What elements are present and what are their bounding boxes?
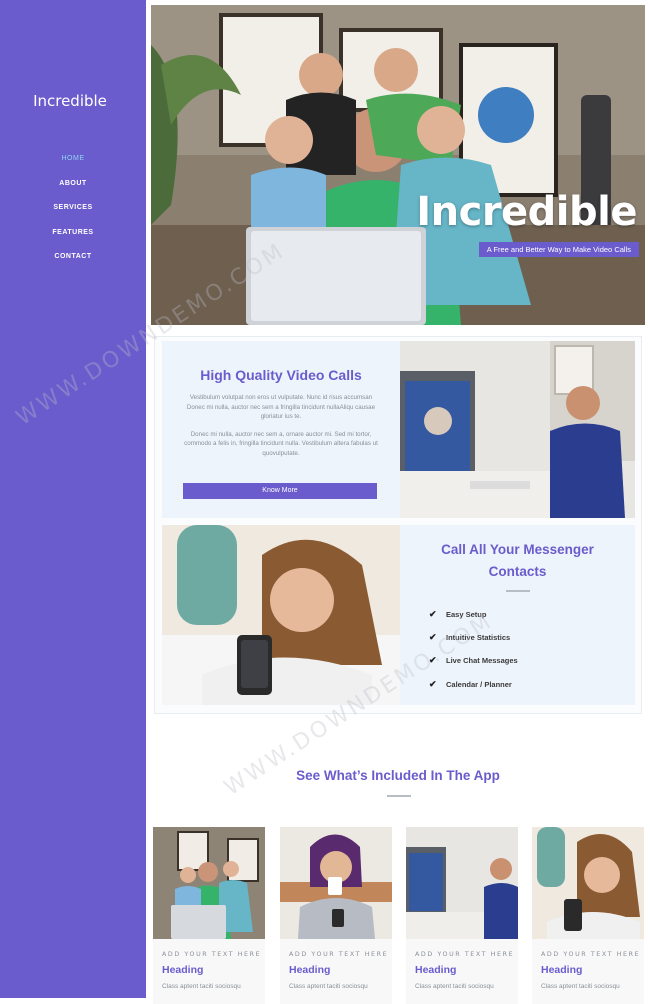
contacts-heading: Call All Your Messenger Contacts — [441, 542, 594, 579]
main-nav: HOME ABOUT SERVICES FEATURES CONTACT — [0, 151, 146, 274]
nav-item-contact[interactable]: CONTACT — [0, 249, 146, 274]
contacts-box: Call All Your Messenger Contacts ✔ Easy S… — [400, 525, 635, 705]
video-calls-paragraph-2: Donec mi nulla, auctor nec sem a, ornare… — [184, 430, 378, 457]
hero-title: Incredible — [416, 189, 637, 235]
card-kicker: ADD YOUR TEXT HERE — [289, 951, 389, 958]
hero-subtitle-badge: A Free and Better Way to Make Video Call… — [478, 242, 639, 257]
check-icon: ✔ — [429, 632, 437, 643]
sidebar: Incredible HOME ABOUT SERVICES FEATURES … — [0, 0, 146, 998]
check-icon: ✔ — [429, 609, 437, 619]
video-calls-box: High Quality Video Calls Vestibulum volu… — [162, 341, 400, 518]
check-icon: ✔ — [429, 655, 437, 666]
included-heading: See What’s Included In The App — [296, 768, 500, 783]
boy-at-computer-photo — [400, 341, 635, 518]
hero-family-photo — [151, 5, 645, 325]
video-calls-heading: High Quality Video Calls — [200, 367, 362, 383]
card-kicker: ADD YOUR TEXT HERE — [415, 951, 515, 958]
card-image-family — [153, 827, 265, 939]
card-heading: Heading — [541, 964, 583, 976]
feature-list-item: ✔ Intuitive Statistics — [429, 631, 635, 654]
feature-list-item: ✔ Live Chat Messages — [429, 654, 635, 677]
nav-item-features[interactable]: FEATURES — [0, 225, 146, 250]
card-heading: Heading — [289, 964, 331, 976]
know-more-button[interactable]: Know More — [183, 483, 377, 499]
card-text: Class aptent taciti sociosqu — [415, 983, 494, 990]
feature-label: Live Chat Messages — [446, 656, 518, 666]
card-heading: Heading — [415, 964, 457, 976]
feature-label: Calendar / Planner — [446, 679, 512, 689]
card-text: Class aptent taciti sociosqu — [541, 983, 620, 990]
feature-list-item: ✔ Calendar / Planner — [429, 678, 635, 701]
video-calls-paragraph-1: Vestibulum volutpat non eros ut vulputat… — [186, 394, 376, 421]
card-text: Class aptent taciti sociosqu — [162, 983, 241, 990]
included-cards: ADD YOUR TEXT HERE Heading Class aptent … — [153, 827, 647, 1004]
features-panel: High Quality Video Calls Vestibulum volu… — [154, 336, 642, 714]
nav-item-home[interactable]: HOME — [0, 151, 146, 176]
included-divider — [387, 795, 411, 797]
hero-banner: Incredible A Free and Better Way to Make… — [151, 5, 645, 325]
included-card[interactable]: ADD YOUR TEXT HERE Heading Class aptent … — [153, 827, 265, 1004]
check-icon: ✔ — [429, 678, 437, 689]
girl-with-phone-photo — [162, 525, 400, 705]
card-kicker: ADD YOUR TEXT HERE — [541, 951, 641, 958]
card-image-headphones — [280, 827, 392, 939]
card-kicker: ADD YOUR TEXT HERE — [162, 951, 262, 958]
nav-item-about[interactable]: ABOUT — [0, 176, 146, 201]
boy-at-computer-image — [400, 341, 635, 518]
card-heading: Heading — [162, 964, 204, 976]
feature-label: Easy Setup — [446, 610, 487, 619]
card-image-computer — [406, 827, 518, 939]
feature-label: Intuitive Statistics — [446, 633, 511, 643]
card-image-phone — [532, 827, 644, 939]
brand-logo[interactable]: Incredible — [0, 92, 140, 110]
included-card[interactable]: ADD YOUR TEXT HERE Heading Class aptent … — [532, 827, 644, 1004]
feature-list: ✔ Easy Setup ✔ Intuitive Statistics ✔ Live … — [400, 608, 635, 701]
girl-with-phone-image — [162, 525, 400, 705]
card-text: Class aptent taciti sociosqu — [289, 983, 368, 990]
included-card[interactable]: ADD YOUR TEXT HERE Heading Class aptent … — [280, 827, 392, 1004]
feature-list-item: ✔ Easy Setup — [429, 608, 635, 631]
main-content: Incredible A Free and Better Way to Make… — [146, 0, 650, 1004]
nav-item-services[interactable]: SERVICES — [0, 200, 146, 225]
contacts-divider — [505, 590, 530, 592]
included-card[interactable]: ADD YOUR TEXT HERE Heading Class aptent … — [406, 827, 518, 1004]
